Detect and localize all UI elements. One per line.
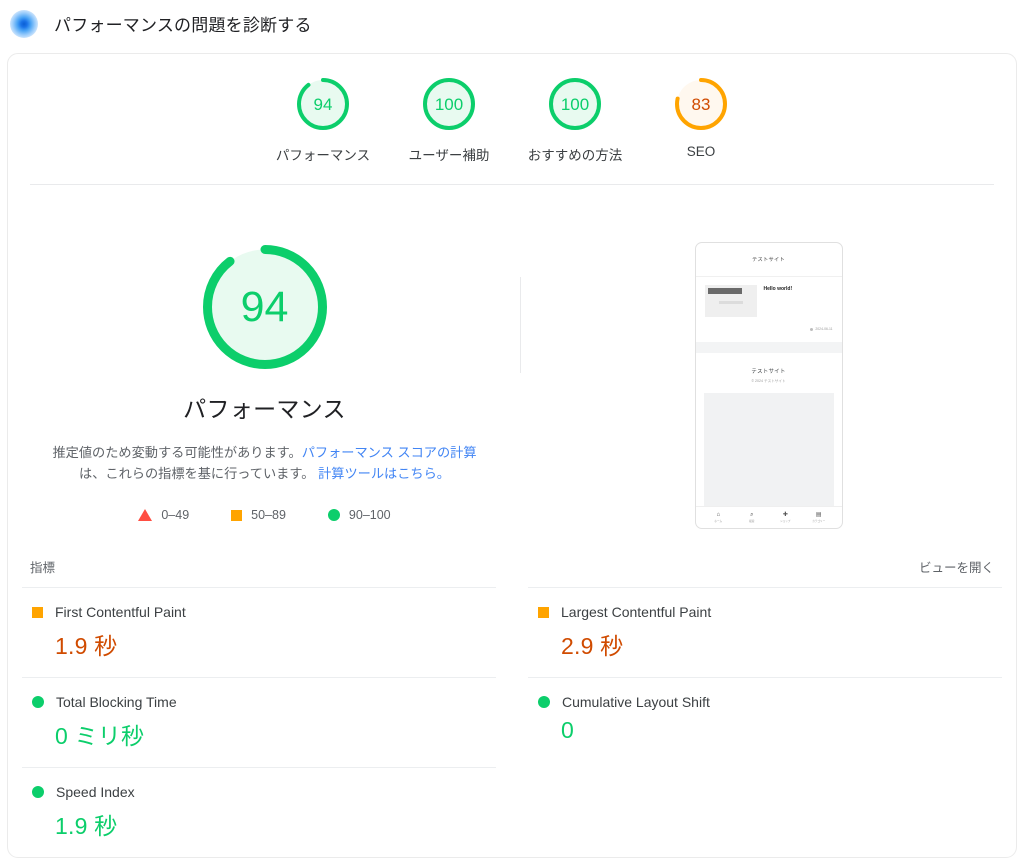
category-score-gauge: 83: [675, 78, 727, 130]
preview-content-placeholder: [703, 393, 834, 506]
category-score-value: 94: [313, 94, 333, 114]
page-header: パフォーマンスの問題を診断する: [0, 0, 1024, 47]
category-score-value: 100: [434, 94, 464, 114]
category-score-gauge: 94: [297, 78, 349, 130]
category-score-value: 83: [691, 94, 711, 114]
performance-gauge-title: パフォーマンス: [183, 396, 346, 422]
legend-item-triangle: 0–49: [138, 508, 189, 522]
category-score-label: おすすめの方法: [527, 148, 623, 163]
metric-row[interactable]: Total Blocking Time 0 ミリ秒: [22, 677, 496, 767]
add-icon: ✚: [782, 511, 788, 518]
circle-status-icon: [32, 696, 44, 708]
category-score-label: パフォーマンス: [275, 148, 371, 163]
triangle-swatch-icon: [138, 509, 153, 521]
preview-site-name: テストサイト: [752, 257, 785, 263]
performance-overview: 94 パフォーマンス 推定値のため変動する可能性があります。パフォーマンス スコ…: [8, 185, 1016, 529]
legend-item-square: 50–89: [231, 508, 286, 522]
preview-post-meta: 2024-06-11: [696, 321, 842, 331]
preview-nav-menu: ▤ カテゴリー: [802, 512, 836, 524]
category-score-2[interactable]: 100 ユーザー補助: [386, 78, 512, 164]
vertical-divider: [520, 277, 521, 373]
category-score-strip: 94 パフォーマンス 100 ユーザー補助 100 おすすめの方法 83 SEO: [8, 54, 1016, 164]
preview-nav-search: ⌕ 検索: [735, 512, 769, 524]
preview-footer-title: テストサイト: [751, 369, 786, 375]
category-score-1[interactable]: 94 パフォーマンス: [260, 78, 386, 164]
preview-site-header: テストサイト: [695, 243, 842, 277]
metric-name: First Contentful Paint: [55, 604, 186, 620]
metric-value: 0 ミリ秒: [55, 723, 145, 749]
circle-status-icon: [32, 786, 44, 798]
calendar-icon: [810, 327, 814, 331]
report-card: 94 パフォーマンス 100 ユーザー補助 100 おすすめの方法 83 SEO 94 パフォ…: [7, 53, 1017, 858]
metrics-header: 指標 ビューを開く: [8, 529, 1016, 576]
metric-row[interactable]: First Contentful Paint 1.9 秒: [22, 587, 496, 677]
performance-right-pane: テストサイト Hello world! 2024-06-11 テストサイト © …: [521, 195, 1016, 529]
legend-range-label: 50–89: [251, 508, 286, 522]
metric-row[interactable]: Largest Contentful Paint 2.9 秒: [528, 587, 1002, 677]
legend-range-label: 0–49: [161, 508, 190, 522]
search-icon: ⌕: [750, 511, 754, 518]
menu-icon: ▤: [815, 511, 822, 518]
metrics-label: 指標: [30, 561, 56, 575]
metric-value: 1.9 秒: [55, 813, 118, 839]
preview-nav-label: カテゴリー: [812, 520, 826, 524]
performance-gauge: 94: [202, 245, 327, 369]
metric-value: 0: [561, 717, 574, 743]
page-screenshot-preview[interactable]: テストサイト Hello world! 2024-06-11 テストサイト © …: [694, 242, 843, 529]
circle-swatch-icon: [327, 509, 340, 521]
circle-status-icon: [538, 696, 550, 708]
metric-name: Total Blocking Time: [56, 694, 177, 710]
category-score-3[interactable]: 100 おすすめの方法: [512, 78, 638, 164]
metric-value: 2.9 秒: [561, 633, 624, 659]
category-score-gauge: 100: [549, 78, 601, 130]
preview-nav-label: ホーム: [714, 520, 723, 524]
performance-description: 推定値のため変動する可能性があります。パフォーマンス スコアの計算は、これらの指…: [45, 442, 485, 484]
metric-value: 1.9 秒: [55, 633, 118, 659]
category-score-4[interactable]: 83 SEO: [638, 78, 764, 159]
score-calculation-link[interactable]: パフォーマンス スコアの計算: [302, 445, 477, 460]
category-score-gauge: 100: [423, 78, 475, 130]
metric-name: Cumulative Layout Shift: [562, 694, 710, 710]
legend-range-label: 90–100: [348, 508, 391, 522]
page-title: パフォーマンスの問題を診断する: [54, 16, 312, 35]
open-view-link[interactable]: ビューを開く: [919, 557, 994, 576]
description-part1: 推定値のため変動する可能性があります。: [52, 445, 302, 460]
square-swatch-icon: [231, 509, 243, 521]
calculator-tool-link[interactable]: 計算ツールはこちら。: [318, 466, 450, 481]
legend-item-circle: 90–100: [327, 508, 391, 522]
square-status-icon: [538, 606, 549, 618]
metric-name: Largest Contentful Paint: [561, 604, 712, 620]
preview-nav-add: ✚ ショップ: [769, 512, 803, 524]
preview-band: [695, 342, 842, 353]
preview-nav-home: ⌂ ホーム: [702, 512, 736, 524]
preview-nav-label: 検索: [749, 520, 755, 524]
preview-post-date: 2024-06-11: [815, 327, 833, 331]
metrics-grid: First Contentful Paint 1.9 秒 Largest Conte…: [8, 587, 1016, 857]
preview-nav-label: ショップ: [780, 520, 791, 524]
home-icon: ⌂: [716, 511, 721, 518]
metric-row[interactable]: Cumulative Layout Shift 0: [528, 677, 1002, 767]
description-part2: は、これらの指標を基に行っています。: [79, 466, 315, 481]
category-score-label: SEO: [686, 144, 716, 159]
metric-row[interactable]: Speed Index 1.9 秒: [22, 767, 496, 857]
preview-footer-sub: © 2024 テストサイト: [751, 379, 786, 383]
preview-footer: テストサイト © 2024 テストサイト: [696, 353, 842, 384]
square-status-icon: [32, 606, 43, 618]
performance-gauge-value: 94: [240, 282, 289, 331]
preview-post-thumbnail: [704, 285, 757, 317]
preview-post: Hello world!: [696, 277, 842, 321]
lighthouse-glow-icon: [10, 9, 38, 38]
preview-post-title: Hello world!: [763, 286, 793, 292]
category-score-label: ユーザー補助: [408, 148, 490, 163]
performance-left-pane: 94 パフォーマンス 推定値のため変動する可能性があります。パフォーマンス スコ…: [8, 195, 521, 529]
score-legend: 0–49 50–89 90–100: [138, 508, 391, 522]
category-score-value: 100: [560, 94, 590, 114]
preview-bottom-nav: ⌂ ホーム ⌕ 検索 ✚ ショップ ▤ カテゴリー: [695, 506, 842, 528]
metric-name: Speed Index: [56, 784, 135, 800]
